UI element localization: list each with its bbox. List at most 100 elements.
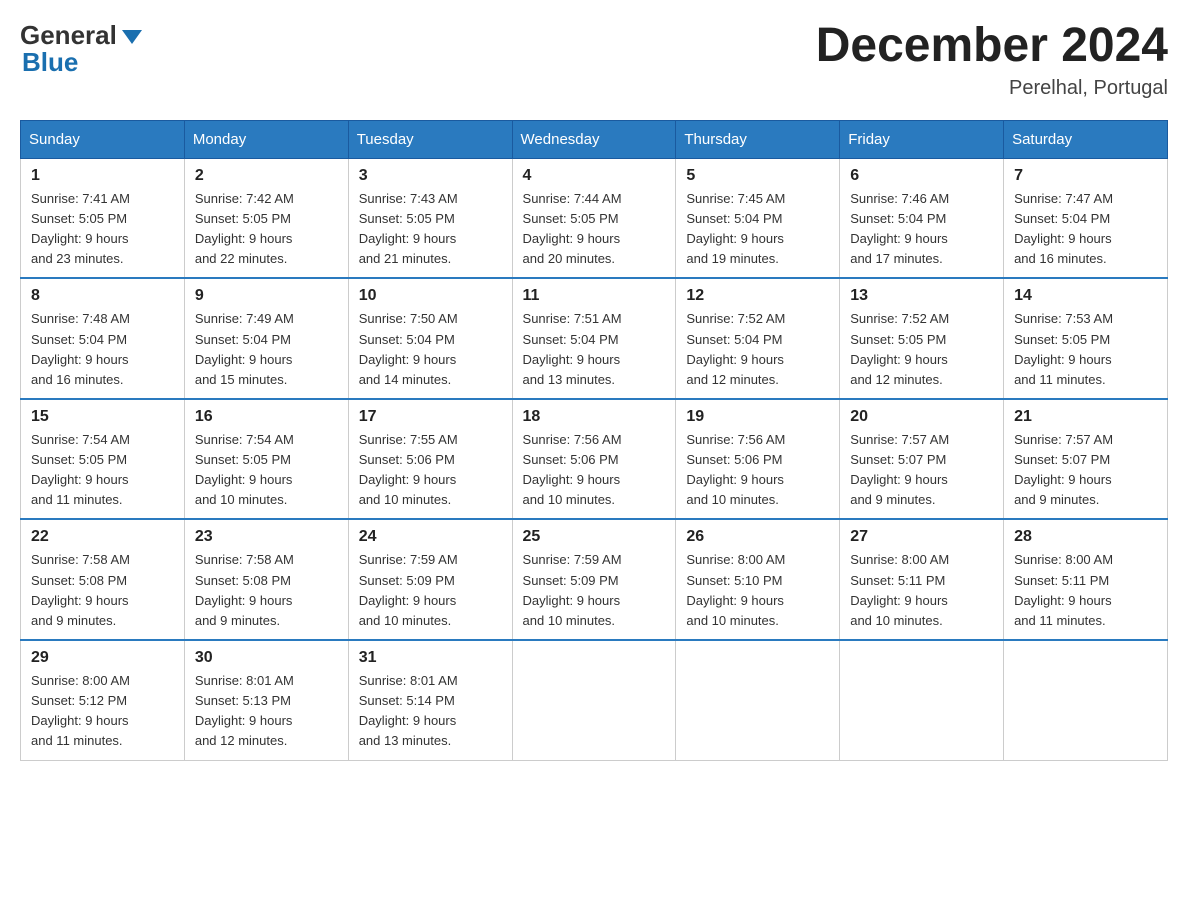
column-header-thursday: Thursday	[676, 120, 840, 158]
day-number: 14	[1014, 287, 1157, 305]
calendar-cell: 30 Sunrise: 8:01 AM Sunset: 5:13 PM Dayl…	[184, 640, 348, 760]
calendar-cell: 27 Sunrise: 8:00 AM Sunset: 5:11 PM Dayl…	[840, 519, 1004, 640]
day-info: Sunrise: 7:58 AM Sunset: 5:08 PM Dayligh…	[195, 550, 338, 631]
day-info: Sunrise: 8:00 AM Sunset: 5:11 PM Dayligh…	[850, 550, 993, 631]
calendar-cell: 10 Sunrise: 7:50 AM Sunset: 5:04 PM Dayl…	[348, 278, 512, 399]
day-number: 26	[686, 528, 829, 546]
calendar-cell: 21 Sunrise: 7:57 AM Sunset: 5:07 PM Dayl…	[1004, 399, 1168, 520]
week-row-5: 29 Sunrise: 8:00 AM Sunset: 5:12 PM Dayl…	[21, 640, 1168, 760]
calendar-cell: 5 Sunrise: 7:45 AM Sunset: 5:04 PM Dayli…	[676, 158, 840, 278]
week-row-3: 15 Sunrise: 7:54 AM Sunset: 5:05 PM Dayl…	[21, 399, 1168, 520]
day-info: Sunrise: 7:54 AM Sunset: 5:05 PM Dayligh…	[31, 430, 174, 511]
day-info: Sunrise: 7:54 AM Sunset: 5:05 PM Dayligh…	[195, 430, 338, 511]
day-number: 10	[359, 287, 502, 305]
logo: General Blue	[20, 20, 142, 78]
day-number: 8	[31, 287, 174, 305]
day-number: 28	[1014, 528, 1157, 546]
day-info: Sunrise: 7:41 AM Sunset: 5:05 PM Dayligh…	[31, 189, 174, 270]
week-row-4: 22 Sunrise: 7:58 AM Sunset: 5:08 PM Dayl…	[21, 519, 1168, 640]
calendar-cell: 31 Sunrise: 8:01 AM Sunset: 5:14 PM Dayl…	[348, 640, 512, 760]
calendar-cell: 18 Sunrise: 7:56 AM Sunset: 5:06 PM Dayl…	[512, 399, 676, 520]
day-info: Sunrise: 8:00 AM Sunset: 5:11 PM Dayligh…	[1014, 550, 1157, 631]
calendar-cell: 7 Sunrise: 7:47 AM Sunset: 5:04 PM Dayli…	[1004, 158, 1168, 278]
day-info: Sunrise: 8:00 AM Sunset: 5:10 PM Dayligh…	[686, 550, 829, 631]
calendar-table: SundayMondayTuesdayWednesdayThursdayFrid…	[20, 120, 1168, 761]
day-number: 19	[686, 408, 829, 426]
page-header: General Blue December 2024 Perelhal, Por…	[20, 20, 1168, 100]
calendar-cell: 12 Sunrise: 7:52 AM Sunset: 5:04 PM Dayl…	[676, 278, 840, 399]
day-info: Sunrise: 7:57 AM Sunset: 5:07 PM Dayligh…	[850, 430, 993, 511]
day-number: 18	[523, 408, 666, 426]
calendar-cell: 20 Sunrise: 7:57 AM Sunset: 5:07 PM Dayl…	[840, 399, 1004, 520]
day-info: Sunrise: 7:53 AM Sunset: 5:05 PM Dayligh…	[1014, 309, 1157, 390]
day-number: 24	[359, 528, 502, 546]
day-number: 7	[1014, 167, 1157, 185]
day-info: Sunrise: 8:00 AM Sunset: 5:12 PM Dayligh…	[31, 671, 174, 752]
day-info: Sunrise: 8:01 AM Sunset: 5:13 PM Dayligh…	[195, 671, 338, 752]
calendar-cell	[1004, 640, 1168, 760]
column-header-friday: Friday	[840, 120, 1004, 158]
calendar-cell	[676, 640, 840, 760]
day-number: 6	[850, 167, 993, 185]
column-header-saturday: Saturday	[1004, 120, 1168, 158]
day-info: Sunrise: 7:48 AM Sunset: 5:04 PM Dayligh…	[31, 309, 174, 390]
calendar-cell: 15 Sunrise: 7:54 AM Sunset: 5:05 PM Dayl…	[21, 399, 185, 520]
day-number: 9	[195, 287, 338, 305]
day-number: 5	[686, 167, 829, 185]
day-number: 22	[31, 528, 174, 546]
header-row: SundayMondayTuesdayWednesdayThursdayFrid…	[21, 120, 1168, 158]
day-info: Sunrise: 7:59 AM Sunset: 5:09 PM Dayligh…	[359, 550, 502, 631]
calendar-cell: 6 Sunrise: 7:46 AM Sunset: 5:04 PM Dayli…	[840, 158, 1004, 278]
calendar-cell: 9 Sunrise: 7:49 AM Sunset: 5:04 PM Dayli…	[184, 278, 348, 399]
day-number: 17	[359, 408, 502, 426]
calendar-cell: 19 Sunrise: 7:56 AM Sunset: 5:06 PM Dayl…	[676, 399, 840, 520]
calendar-cell: 1 Sunrise: 7:41 AM Sunset: 5:05 PM Dayli…	[21, 158, 185, 278]
calendar-cell: 25 Sunrise: 7:59 AM Sunset: 5:09 PM Dayl…	[512, 519, 676, 640]
day-info: Sunrise: 7:56 AM Sunset: 5:06 PM Dayligh…	[686, 430, 829, 511]
day-number: 23	[195, 528, 338, 546]
day-info: Sunrise: 7:43 AM Sunset: 5:05 PM Dayligh…	[359, 189, 502, 270]
calendar-cell: 22 Sunrise: 7:58 AM Sunset: 5:08 PM Dayl…	[21, 519, 185, 640]
day-info: Sunrise: 7:42 AM Sunset: 5:05 PM Dayligh…	[195, 189, 338, 270]
calendar-cell: 3 Sunrise: 7:43 AM Sunset: 5:05 PM Dayli…	[348, 158, 512, 278]
day-info: Sunrise: 7:44 AM Sunset: 5:05 PM Dayligh…	[523, 189, 666, 270]
day-number: 12	[686, 287, 829, 305]
day-number: 11	[523, 287, 666, 305]
day-info: Sunrise: 8:01 AM Sunset: 5:14 PM Dayligh…	[359, 671, 502, 752]
week-row-1: 1 Sunrise: 7:41 AM Sunset: 5:05 PM Dayli…	[21, 158, 1168, 278]
day-number: 4	[523, 167, 666, 185]
day-info: Sunrise: 7:52 AM Sunset: 5:05 PM Dayligh…	[850, 309, 993, 390]
day-number: 27	[850, 528, 993, 546]
day-info: Sunrise: 7:47 AM Sunset: 5:04 PM Dayligh…	[1014, 189, 1157, 270]
day-number: 16	[195, 408, 338, 426]
calendar-cell: 29 Sunrise: 8:00 AM Sunset: 5:12 PM Dayl…	[21, 640, 185, 760]
calendar-cell	[512, 640, 676, 760]
day-number: 25	[523, 528, 666, 546]
calendar-cell: 11 Sunrise: 7:51 AM Sunset: 5:04 PM Dayl…	[512, 278, 676, 399]
calendar-cell: 13 Sunrise: 7:52 AM Sunset: 5:05 PM Dayl…	[840, 278, 1004, 399]
day-number: 3	[359, 167, 502, 185]
calendar-cell	[840, 640, 1004, 760]
logo-arrow-icon	[122, 30, 142, 44]
day-info: Sunrise: 7:56 AM Sunset: 5:06 PM Dayligh…	[523, 430, 666, 511]
column-header-monday: Monday	[184, 120, 348, 158]
day-number: 20	[850, 408, 993, 426]
column-header-wednesday: Wednesday	[512, 120, 676, 158]
calendar-cell: 4 Sunrise: 7:44 AM Sunset: 5:05 PM Dayli…	[512, 158, 676, 278]
day-info: Sunrise: 7:57 AM Sunset: 5:07 PM Dayligh…	[1014, 430, 1157, 511]
day-number: 15	[31, 408, 174, 426]
day-info: Sunrise: 7:59 AM Sunset: 5:09 PM Dayligh…	[523, 550, 666, 631]
location: Perelhal, Portugal	[816, 77, 1168, 100]
day-number: 13	[850, 287, 993, 305]
logo-blue: Blue	[22, 47, 78, 78]
calendar-cell: 14 Sunrise: 7:53 AM Sunset: 5:05 PM Dayl…	[1004, 278, 1168, 399]
calendar-cell: 28 Sunrise: 8:00 AM Sunset: 5:11 PM Dayl…	[1004, 519, 1168, 640]
week-row-2: 8 Sunrise: 7:48 AM Sunset: 5:04 PM Dayli…	[21, 278, 1168, 399]
day-number: 29	[31, 649, 174, 667]
day-info: Sunrise: 7:52 AM Sunset: 5:04 PM Dayligh…	[686, 309, 829, 390]
calendar-cell: 23 Sunrise: 7:58 AM Sunset: 5:08 PM Dayl…	[184, 519, 348, 640]
day-number: 31	[359, 649, 502, 667]
month-title: December 2024	[816, 20, 1168, 73]
calendar-cell: 26 Sunrise: 8:00 AM Sunset: 5:10 PM Dayl…	[676, 519, 840, 640]
day-info: Sunrise: 7:50 AM Sunset: 5:04 PM Dayligh…	[359, 309, 502, 390]
